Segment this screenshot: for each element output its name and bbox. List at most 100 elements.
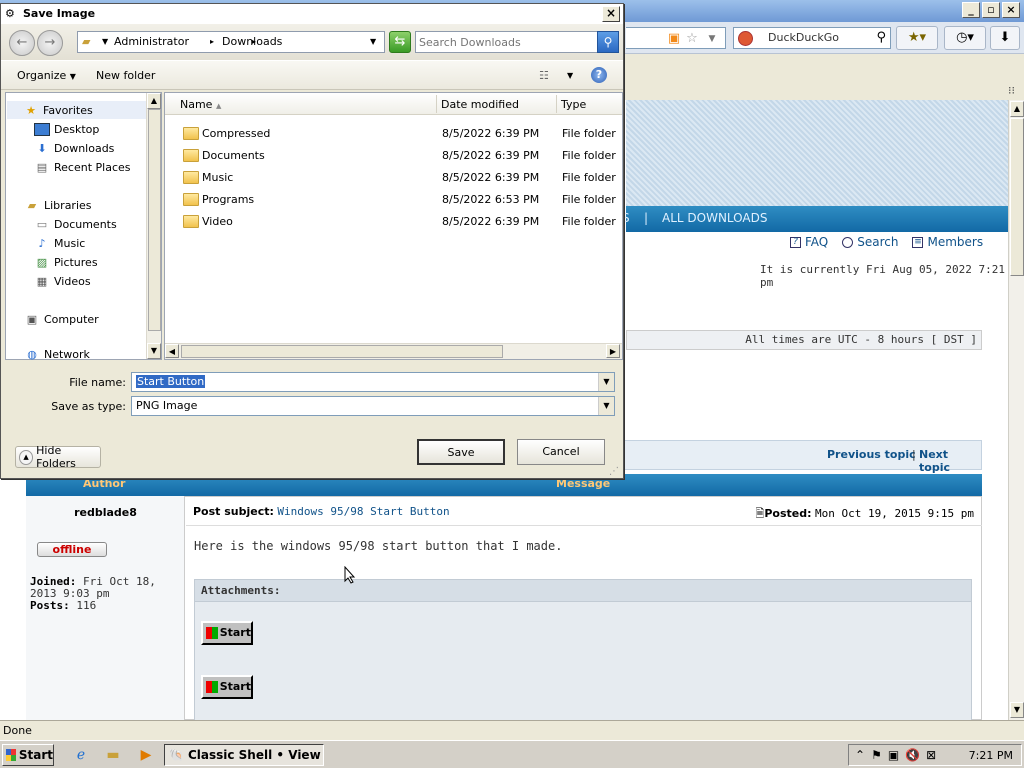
dialog-titlebar[interactable]: ⚙ Save Image × — [1, 4, 623, 24]
explorer-folder-icon[interactable]: ▬ — [104, 747, 122, 763]
chevron-down-icon[interactable]: ▼ — [704, 31, 720, 47]
file-row[interactable]: Programs 8/5/2022 6:53 PM File folder — [165, 189, 622, 211]
scroll-down-arrow[interactable]: ▼ — [147, 343, 161, 359]
column-header-type[interactable]: Type — [561, 98, 586, 111]
sidebar-item-libraries[interactable]: ▰ Libraries — [24, 196, 92, 214]
next-topic-link[interactable]: Next topic — [919, 448, 981, 474]
internet-explorer-icon[interactable]: ℯ — [72, 747, 90, 763]
sidebar-item-desktop[interactable]: Desktop — [34, 120, 99, 138]
rss-icon[interactable]: ▣ — [666, 31, 682, 47]
chevron-down-icon[interactable]: ▼ — [102, 37, 108, 46]
power-icon[interactable]: ⊠ — [926, 748, 936, 762]
chevron-down-icon[interactable]: ▼ — [598, 373, 614, 391]
view-dropdown-icon[interactable]: ▼ — [567, 71, 573, 80]
search-icon[interactable]: ⚲ — [597, 31, 619, 53]
resize-grip-icon[interactable]: ⋰ — [609, 466, 621, 478]
scrollbar-thumb[interactable] — [181, 345, 503, 358]
view-icon[interactable]: ☷ — [539, 69, 549, 82]
search-downloads[interactable]: ⚲ — [415, 31, 619, 53]
help-icon[interactable]: ? — [591, 67, 607, 83]
sidebar-item-documents[interactable]: ▭ Documents — [34, 215, 117, 233]
topic-nav-separator: | — [912, 448, 916, 461]
address-bar[interactable]: ▣ ☆ ▼ — [626, 27, 726, 49]
sidebar-item-favorites[interactable]: ★ Favorites — [7, 101, 146, 119]
column-divider[interactable] — [556, 95, 557, 113]
file-name-field[interactable]: Start Button ▼ — [131, 372, 615, 392]
download-button[interactable]: ⬇ — [990, 26, 1020, 50]
network-icon[interactable]: ▣ — [888, 748, 899, 762]
star-icon[interactable]: ☆ — [684, 31, 700, 47]
file-name-value[interactable]: Start Button — [136, 375, 206, 388]
column-header-name[interactable]: Name ▲ — [180, 98, 221, 111]
volume-muted-icon[interactable]: 🔇 — [905, 748, 920, 762]
scroll-right-arrow[interactable]: ▶ — [606, 344, 620, 358]
save-type-select[interactable]: PNG Image ▼ — [131, 396, 615, 416]
flag-icon[interactable]: ⚑ — [871, 748, 882, 762]
file-date: 8/5/2022 6:39 PM — [442, 215, 540, 228]
clock[interactable]: 7:21 PM — [969, 749, 1013, 762]
chevron-right-icon[interactable]: ▸ — [210, 37, 214, 46]
forward-button[interactable]: → — [37, 30, 63, 56]
minimize-button[interactable]: _ — [962, 2, 980, 18]
maximize-button[interactable]: ▫ — [982, 2, 1000, 18]
file-row[interactable]: Video 8/5/2022 6:39 PM File folder — [165, 211, 622, 233]
breadcrumb-item[interactable]: Administrator — [114, 35, 189, 48]
nav-pane-scrollbar[interactable]: ▲ ▼ — [146, 93, 161, 359]
column-divider[interactable] — [436, 95, 437, 113]
bookmarks-button[interactable]: ★▾ — [896, 26, 938, 50]
sidebar-item-label: Recent Places — [54, 160, 131, 174]
file-row[interactable]: Compressed 8/5/2022 6:39 PM File folder — [165, 123, 622, 145]
faq-link[interactable]: ? FAQ — [790, 235, 828, 249]
search-link[interactable]: Search — [842, 235, 898, 249]
grid-icon[interactable]: ⁝⁝ — [1008, 84, 1020, 97]
save-button[interactable]: Save — [417, 439, 505, 465]
new-folder-button[interactable]: New folder — [96, 69, 155, 82]
sidebar-item-downloads[interactable]: ⬇ Downloads — [34, 139, 114, 157]
scrollbar-thumb[interactable] — [148, 109, 161, 331]
search-icon[interactable]: ⚲ — [876, 30, 886, 45]
chevron-right-icon[interactable]: ▸ — [252, 37, 256, 46]
file-row[interactable]: Documents 8/5/2022 6:39 PM File folder — [165, 145, 622, 167]
history-dropdown-icon[interactable]: ▼ — [370, 37, 376, 46]
attachment-image[interactable]: Start — [201, 621, 253, 645]
sidebar-item-videos[interactable]: ▦ Videos — [34, 272, 91, 290]
author-name[interactable]: redblade8 — [26, 506, 185, 519]
attachment-label: Start — [219, 680, 251, 693]
previous-topic-link[interactable]: Previous topic — [827, 448, 916, 461]
chevron-down-icon[interactable]: ▼ — [598, 397, 614, 415]
attachment-image[interactable]: Start — [201, 675, 253, 699]
browser-search-box[interactable]: DuckDuckGo ⚲ — [733, 27, 891, 49]
scroll-up-arrow[interactable]: ▲ — [1010, 101, 1024, 117]
subject-link[interactable]: Windows 95/98 Start Button — [277, 505, 449, 518]
sidebar-item-network[interactable]: ◍ Network — [24, 348, 90, 360]
refresh-button[interactable]: ⇆ — [389, 31, 411, 53]
start-button[interactable]: Start — [2, 744, 54, 766]
history-button[interactable]: ◷▾ — [944, 26, 986, 50]
sidebar-item-pictures[interactable]: ▨ Pictures — [34, 253, 98, 271]
scroll-left-arrow[interactable]: ◀ — [165, 344, 179, 358]
cancel-button[interactable]: Cancel — [517, 439, 605, 465]
page-scrollbar[interactable]: ▲ ▼ — [1008, 100, 1024, 720]
file-list-hscrollbar[interactable]: ◀ ▶ — [165, 343, 622, 359]
scroll-up-arrow[interactable]: ▲ — [147, 93, 161, 109]
nav-link-all-downloads[interactable]: ALL DOWNLOADS — [662, 211, 767, 225]
file-type: File folder — [562, 127, 616, 140]
close-button[interactable]: × — [1002, 2, 1020, 18]
hide-folders-button[interactable]: ▲ Hide Folders — [15, 444, 101, 470]
breadcrumb[interactable]: ▰ ▼ Administrator ▸ Downloads ▸ ▼ — [77, 31, 385, 53]
scrollbar-thumb[interactable] — [1010, 118, 1024, 276]
sidebar-item-computer[interactable]: ▣ Computer — [24, 310, 99, 328]
back-button[interactable]: ← — [9, 30, 35, 56]
sidebar-item-recent-places[interactable]: ▤ Recent Places — [34, 158, 131, 176]
chevron-up-icon[interactable]: ⌃ — [855, 748, 865, 762]
members-link[interactable]: ≡ Members — [912, 235, 983, 249]
taskbar-item-browser[interactable]: 🐚Classic Shell • View to... — [164, 744, 324, 766]
scroll-down-arrow[interactable]: ▼ — [1010, 702, 1024, 718]
organize-button[interactable]: Organize ▼ — [17, 69, 76, 82]
dialog-close-button[interactable]: × — [602, 6, 620, 22]
search-input[interactable] — [419, 34, 589, 50]
column-header-date[interactable]: Date modified — [441, 98, 519, 111]
file-row[interactable]: Music 8/5/2022 6:39 PM File folder — [165, 167, 622, 189]
media-player-icon[interactable]: ▶ — [137, 747, 155, 763]
sidebar-item-music[interactable]: ♪ Music — [34, 234, 85, 252]
